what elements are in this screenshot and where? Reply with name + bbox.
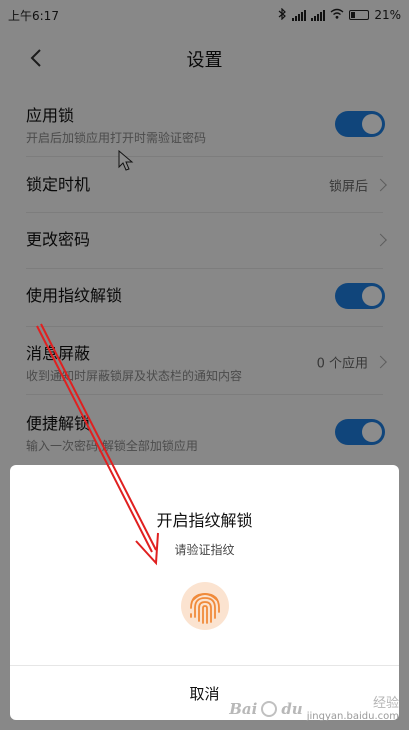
baidu-jingyan-watermark: Bai du 经验 jingyan.baidu.com: [229, 695, 399, 722]
dialog-title: 开启指纹解锁: [156, 511, 253, 530]
watermark-url: jingyan.baidu.com: [306, 711, 399, 722]
dialog-subtitle: 请验证指纹: [174, 543, 235, 557]
paw-icon: [261, 701, 278, 718]
watermark-label: 经验: [372, 695, 399, 711]
fingerprint-icon[interactable]: [180, 581, 230, 631]
watermark-brand-1: Bai: [229, 700, 258, 719]
watermark-brand-2: du: [281, 700, 303, 719]
watermark-text: 经验 jingyan.baidu.com: [306, 695, 399, 722]
fingerprint-dialog: 开启指纹解锁 请验证指纹 取消: [10, 465, 399, 720]
